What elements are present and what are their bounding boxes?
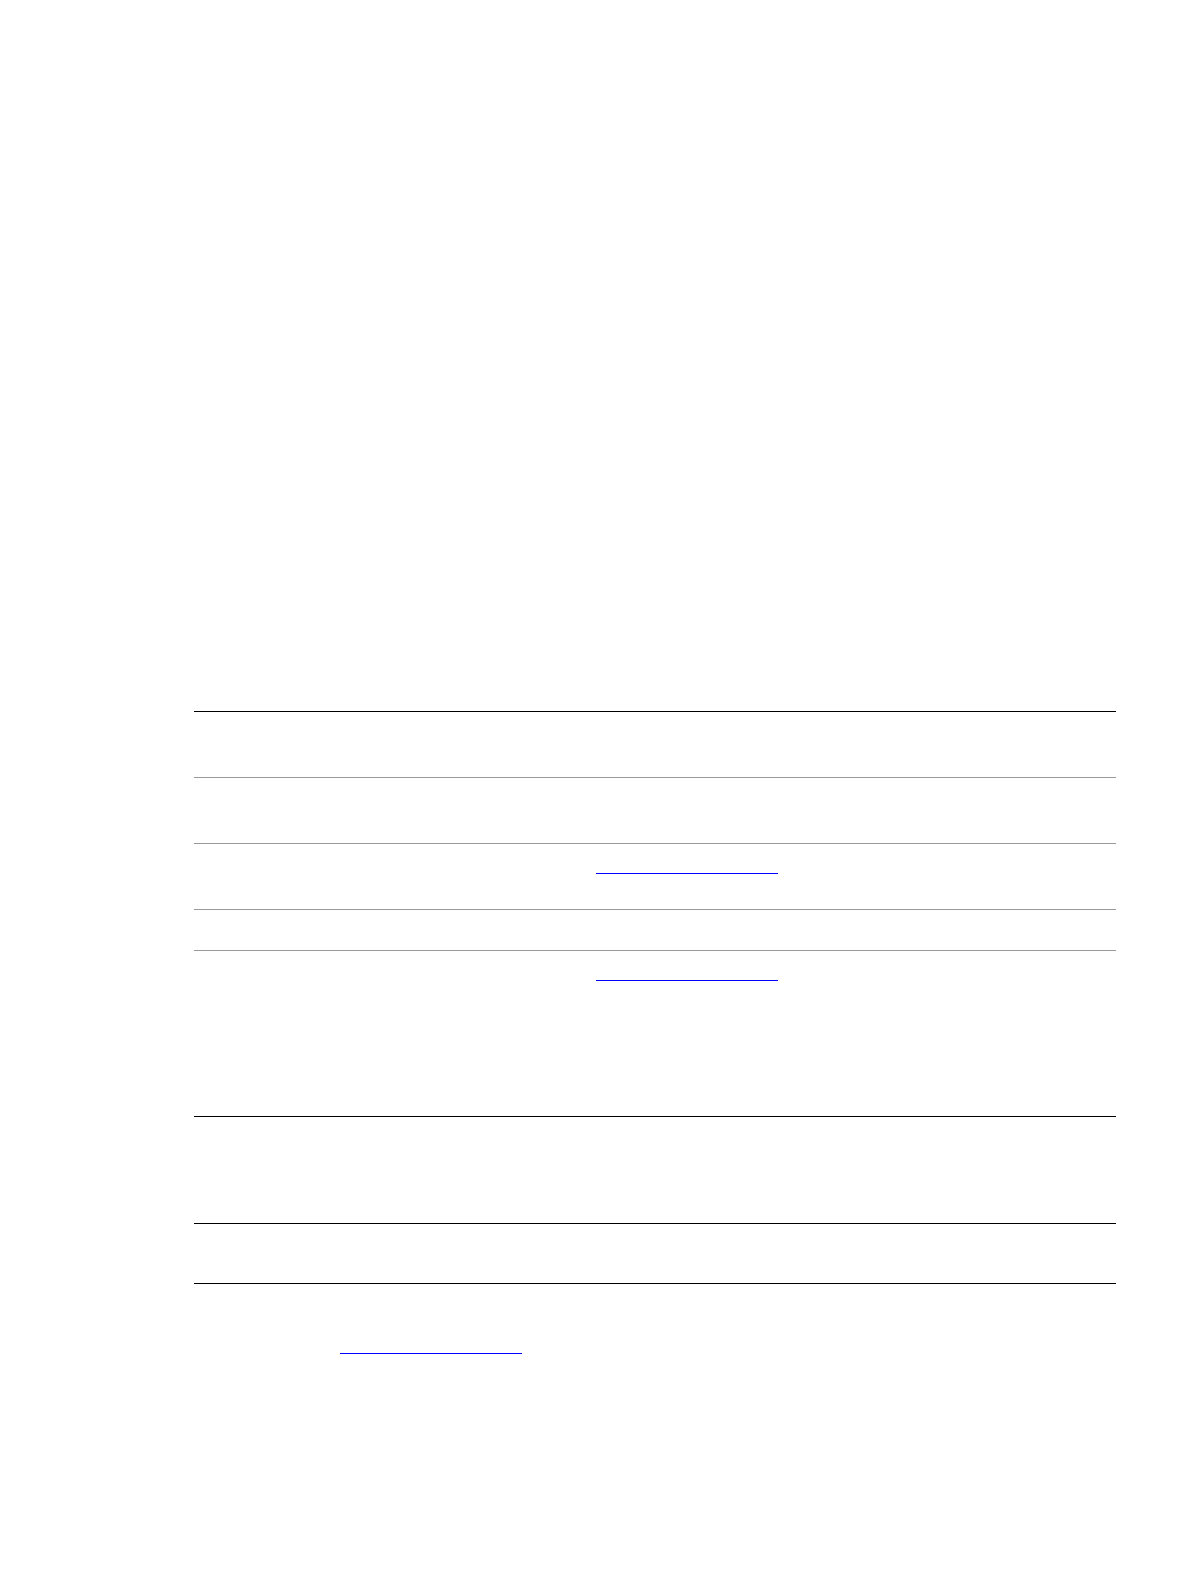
table-top-rule (194, 711, 1116, 712)
table-link[interactable] (596, 873, 778, 874)
table-link[interactable] (596, 980, 778, 981)
table-header-rule (194, 1223, 1116, 1224)
document-page (0, 0, 1188, 1584)
table-row-divider (194, 777, 1116, 778)
table-bottom-rule (194, 1283, 1116, 1284)
table-row-divider (194, 909, 1116, 910)
table-row-divider (194, 950, 1116, 951)
table-top-rule (194, 1116, 1116, 1117)
table-row-divider (194, 843, 1116, 844)
footnote-link[interactable] (340, 1353, 522, 1354)
